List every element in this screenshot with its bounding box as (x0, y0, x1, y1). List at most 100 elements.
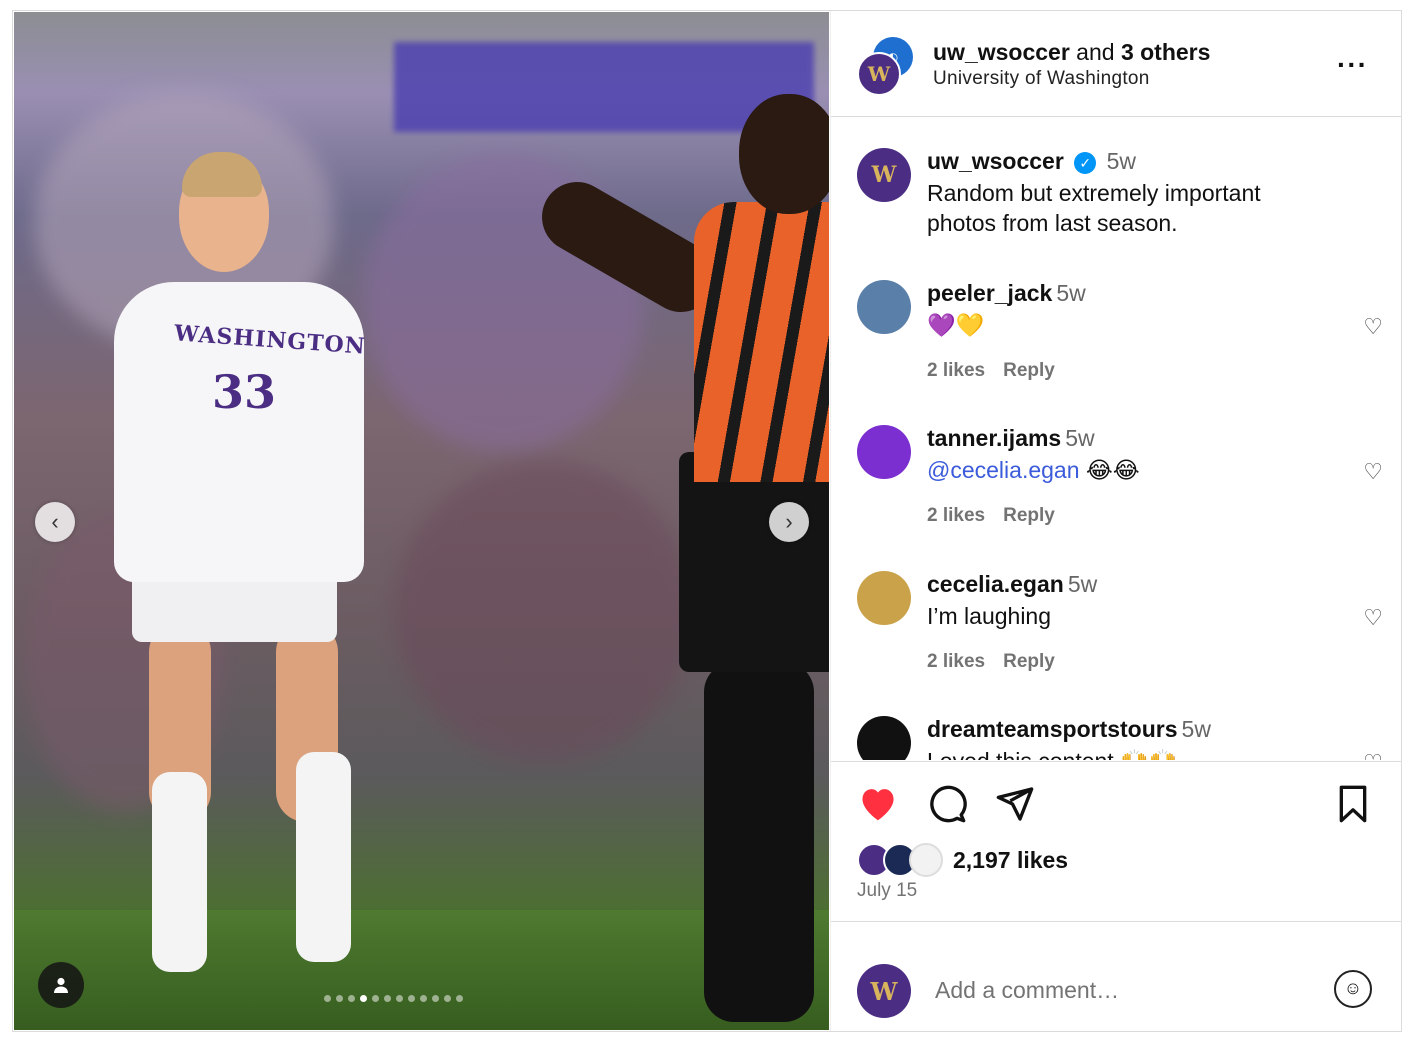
comment-meta: 2 likes Reply (927, 505, 1073, 527)
carousel-dot (432, 995, 439, 1002)
caption-avatar[interactable]: W (857, 148, 911, 202)
carousel-dot (336, 995, 343, 1002)
comment-button[interactable] (927, 784, 967, 833)
chevron-right-icon: › (785, 509, 793, 534)
comment-text: I’m laughing (927, 603, 1052, 629)
comment-like-button[interactable]: ♡ (1363, 750, 1383, 760)
referee-leg (704, 662, 814, 1022)
uw-w-logo-icon: W (871, 162, 897, 188)
carousel-dot (384, 995, 391, 1002)
smiley-icon: ☺ (1343, 978, 1363, 998)
comment-username[interactable]: peeler_jack (927, 280, 1052, 306)
comment-username[interactable]: cecelia.egan (927, 571, 1064, 597)
heart-filled-icon (862, 789, 894, 821)
post-photo[interactable]: WASHINGTON 33 ‹ › (14, 12, 829, 1030)
post-date[interactable]: July 15 (857, 880, 917, 902)
post-sidebar: ◐ W uw_wsoccer and 3 others University o… (830, 11, 1402, 1031)
heart-outline-icon: ♡ (1363, 314, 1383, 339)
player-sock-right (296, 752, 351, 962)
comment-avatar[interactable] (857, 280, 911, 334)
like-button[interactable] (857, 784, 899, 831)
save-button[interactable] (1335, 784, 1371, 833)
speech-bubble-icon (930, 785, 967, 823)
user-icon (54, 977, 68, 993)
post-actions: 2,197 likes July 15 (831, 761, 1402, 901)
comment-likes[interactable]: 2 likes (927, 505, 985, 526)
liker-avatar (909, 843, 943, 877)
comment-meta: 2 likes Reply (927, 360, 1073, 382)
comment-input[interactable]: Add a comment… (935, 977, 1119, 1004)
comment-text: @cecelia.egan 😂😂 (927, 455, 1327, 485)
reply-button[interactable]: Reply (1003, 505, 1055, 526)
carousel-dot (372, 995, 379, 1002)
referee-head (739, 94, 829, 214)
next-photo-button[interactable]: › (769, 502, 809, 542)
comment-text: 💜💛 (927, 312, 985, 338)
comment-like-button[interactable]: ♡ (1363, 459, 1383, 485)
player-sock-left (152, 772, 207, 972)
caption-text: Random but extremely important photos fr… (927, 180, 1261, 236)
carousel-dot (324, 995, 331, 1002)
author-username[interactable]: uw_wsoccer (933, 39, 1070, 65)
more-options-button[interactable]: ··· (1337, 49, 1368, 81)
collab-others-link[interactable]: 3 others (1121, 39, 1210, 65)
comment-avatar[interactable] (857, 716, 911, 760)
carousel-dot (396, 995, 403, 1002)
comment-text: Loved this content 🙌🙌 (927, 746, 1327, 760)
jersey-number: 33 (212, 365, 277, 419)
post-location[interactable]: University of Washington (933, 68, 1150, 90)
comment-like-button[interactable]: ♡ (1363, 314, 1383, 340)
comment-likes[interactable]: 2 likes (927, 360, 985, 381)
carousel-indicator (324, 995, 463, 1002)
comment-like-button[interactable]: ♡ (1363, 605, 1383, 631)
uw-w-logo-icon: W (870, 976, 898, 1006)
likes-summary[interactable]: 2,197 likes (857, 840, 1068, 880)
comment-meta: 2 likes Reply (927, 651, 1073, 673)
mention-link[interactable]: @cecelia.egan (927, 457, 1080, 483)
comment-time[interactable]: 5w (1065, 425, 1094, 451)
reply-button[interactable]: Reply (1003, 360, 1055, 381)
referee-shorts (679, 452, 829, 672)
comments-list[interactable]: W uw_wsoccer ✓ 5w Random but extremely i… (831, 118, 1402, 760)
tagged-users-button[interactable] (38, 962, 84, 1008)
collab-avatars[interactable]: ◐ W (857, 37, 917, 96)
bookmark-icon (1339, 785, 1367, 823)
comment-composer: W Add a comment… ☺ (831, 921, 1402, 1031)
comment-avatar[interactable] (857, 425, 911, 479)
verified-badge-icon: ✓ (1074, 151, 1097, 174)
carousel-dot (360, 995, 367, 1002)
comment-username[interactable]: tanner.ijams (927, 425, 1061, 451)
comment-emoji: 😂😂 (1079, 457, 1140, 483)
comment-time[interactable]: 5w (1056, 280, 1085, 306)
more-horizontal-icon: ··· (1337, 49, 1368, 80)
comment-avatar[interactable] (857, 571, 911, 625)
uw-logo-avatar: W (857, 52, 901, 96)
collab-joiner: and (1069, 39, 1121, 65)
post-header: ◐ W uw_wsoccer and 3 others University o… (831, 11, 1402, 117)
caption-time[interactable]: 5w (1107, 148, 1136, 174)
emoji-picker-button[interactable]: ☺ (1334, 970, 1372, 1008)
heart-outline-icon: ♡ (1363, 750, 1383, 760)
comment-time[interactable]: 5w (1182, 716, 1211, 742)
comment-username[interactable]: dreamteamsportstours (927, 716, 1178, 742)
previous-photo-button[interactable]: ‹ (35, 502, 75, 542)
paper-plane-icon (996, 787, 1034, 821)
jersey-lettering: WASHINGTON 33 (173, 320, 366, 419)
carousel-dot (408, 995, 415, 1002)
referee-shirt (694, 202, 829, 482)
comment-likes[interactable]: 2 likes (927, 651, 985, 672)
carousel-dot (420, 995, 427, 1002)
current-user-avatar: W (857, 964, 911, 1018)
comment-time[interactable]: 5w (1068, 571, 1097, 597)
share-button[interactable] (995, 784, 1035, 833)
likes-count[interactable]: 2,197 likes (953, 847, 1068, 874)
caption-username[interactable]: uw_wsoccer (927, 148, 1064, 174)
reply-button[interactable]: Reply (1003, 651, 1055, 672)
uw-w-logo-icon: W (867, 62, 891, 86)
post-authors: uw_wsoccer and 3 others (933, 39, 1210, 66)
heart-outline-icon: ♡ (1363, 605, 1383, 630)
carousel-dot (456, 995, 463, 1002)
post-dialog: WASHINGTON 33 ‹ › ◐ W (12, 10, 1402, 1032)
carousel-dot (444, 995, 451, 1002)
heart-outline-icon: ♡ (1363, 459, 1383, 484)
